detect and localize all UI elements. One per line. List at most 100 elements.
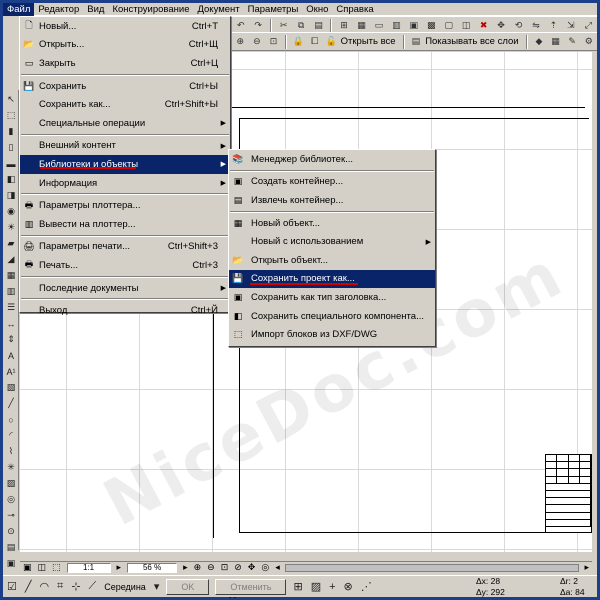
wall-tool-icon[interactable]: ▮ bbox=[4, 125, 18, 138]
menu-item-exit[interactable]: Выход Ctrl+Й bbox=[20, 301, 230, 320]
hatch-icon[interactable]: ▨ bbox=[311, 580, 321, 593]
zoom-out-icon[interactable]: ⊖ bbox=[251, 35, 264, 48]
lamp-tool-icon[interactable]: ☀ bbox=[4, 221, 18, 234]
zoom-out-icon[interactable]: ⊖ bbox=[207, 562, 215, 573]
copy-icon[interactable]: ⧉ bbox=[294, 19, 307, 32]
scale-dropdown-icon[interactable]: ▸ bbox=[117, 562, 122, 573]
show-all-layers-button[interactable]: Показывать все слои bbox=[425, 36, 518, 47]
label-tool-icon[interactable]: A¹ bbox=[4, 365, 18, 378]
snap-dropdown-icon[interactable]: ▾ bbox=[154, 580, 160, 593]
worksheet-tool-icon[interactable]: ▤ bbox=[4, 541, 18, 554]
menu-item-open[interactable]: 📂 Открыть... Ctrl+Щ bbox=[20, 36, 230, 55]
menu-item-new[interactable]: 🗋 Новый... Ctrl+T bbox=[20, 17, 230, 36]
zoom-prev-icon[interactable]: ⊘ bbox=[234, 562, 242, 573]
polyline-tool-icon[interactable]: ⌇ bbox=[4, 445, 18, 458]
scroll-left-icon[interactable]: ◂ bbox=[275, 562, 280, 573]
scale-field[interactable]: 1:1 bbox=[66, 562, 111, 573]
menu-document[interactable]: Документ bbox=[193, 3, 243, 16]
text-tool-icon[interactable]: A bbox=[4, 349, 18, 362]
submenu-item-save-as-title-type[interactable]: ▣ Сохранить как тип заголовка... bbox=[229, 288, 435, 307]
navigator-icon[interactable]: ⬚ bbox=[52, 562, 61, 573]
menu-help[interactable]: Справка bbox=[332, 3, 377, 16]
measure-icon[interactable]: ⊞ bbox=[293, 580, 302, 593]
pointer-tool-icon[interactable]: ☑ bbox=[7, 580, 17, 593]
snap-point-icon[interactable]: ⊹ bbox=[71, 580, 80, 593]
menu-edit[interactable]: Редактор bbox=[34, 3, 83, 16]
marquee-tool-icon[interactable]: ⬚ bbox=[4, 109, 18, 122]
menu-item-special-operations[interactable]: Специальные операции ▶ bbox=[20, 114, 230, 133]
layer-icon[interactable]: ▦ bbox=[355, 19, 368, 32]
submenu-item-new-using[interactable]: Новый с использованием ▶ bbox=[229, 232, 435, 251]
roof-tool-icon[interactable]: ◢ bbox=[4, 253, 18, 266]
hotspot-tool-icon[interactable]: ✳ bbox=[4, 461, 18, 474]
undo-icon[interactable]: ↶ bbox=[234, 19, 247, 32]
lock-icon[interactable]: 🔒 bbox=[292, 35, 305, 48]
menu-options[interactable]: Параметры bbox=[244, 3, 303, 16]
line-draw-icon[interactable]: ╱ bbox=[25, 580, 32, 593]
submenu-item-create-container[interactable]: ▣ Создать контейнер... bbox=[229, 173, 435, 192]
arrow-tool-icon[interactable]: ↖ bbox=[4, 93, 18, 106]
fit-icon[interactable]: ⊡ bbox=[267, 35, 280, 48]
door-tool-icon[interactable]: ◧ bbox=[4, 173, 18, 186]
dimension-tool-icon[interactable]: ↔ bbox=[4, 317, 18, 330]
rotate-icon[interactable]: ⟲ bbox=[512, 19, 525, 32]
detail-tool-icon[interactable]: ⊙ bbox=[4, 525, 18, 538]
menu-item-plot[interactable]: ▥ Вывести на плоттер... bbox=[20, 215, 230, 234]
submenu-item-library-manager[interactable]: 📚 Менеджер библиотек... bbox=[229, 150, 435, 169]
open-all-icon[interactable]: 🔓 bbox=[325, 35, 338, 48]
grid-icon[interactable]: ⊞ bbox=[337, 19, 350, 32]
cancel-button[interactable]: Отменить bbox=[215, 578, 287, 595]
ok-button[interactable]: OK bbox=[166, 578, 210, 595]
cube-icon[interactable]: ◆ bbox=[533, 35, 546, 48]
line-tool-icon[interactable]: ╱ bbox=[4, 397, 18, 410]
level-tool-icon[interactable]: ⇕ bbox=[4, 333, 18, 346]
stretch-icon[interactable]: ⇲ bbox=[564, 19, 577, 32]
submenu-item-open-object[interactable]: 📂 Открыть объект... bbox=[229, 251, 435, 270]
menu-item-print-settings[interactable]: 🖨 Параметры печати... Ctrl+Shift+3 bbox=[20, 238, 230, 257]
elevation-icon[interactable]: ▥ bbox=[390, 19, 403, 32]
settings-icon[interactable]: ⚙ bbox=[582, 35, 595, 48]
arc-tool-icon[interactable]: ◜ bbox=[4, 429, 18, 442]
layout-icon[interactable]: ▣ bbox=[23, 562, 32, 573]
drawing-tool-icon[interactable]: ▣ bbox=[4, 557, 18, 570]
fill-tool-icon[interactable]: ▧ bbox=[4, 381, 18, 394]
orbit-icon[interactable]: ◎ bbox=[261, 562, 269, 573]
delete-icon[interactable]: ✖ bbox=[477, 19, 490, 32]
circle-tool-icon[interactable]: ○ bbox=[4, 413, 18, 426]
zoom-in-icon[interactable]: ⊕ bbox=[194, 562, 202, 573]
scroll-right-icon[interactable]: ▸ bbox=[584, 562, 589, 573]
mirror-icon[interactable]: ⇋ bbox=[529, 19, 542, 32]
menu-item-recent-documents[interactable]: Последние документы ▶ bbox=[20, 279, 230, 298]
section-icon[interactable]: ▭ bbox=[372, 19, 385, 32]
render-icon[interactable]: ◫ bbox=[459, 19, 472, 32]
detail-icon[interactable]: ▣ bbox=[407, 19, 420, 32]
menu-item-save-as[interactable]: Сохранить как... Ctrl+Shift+Ы bbox=[20, 95, 230, 114]
zone-tool-icon[interactable]: ▥ bbox=[4, 285, 18, 298]
elevate-icon[interactable]: ⇡ bbox=[547, 19, 560, 32]
model-icon[interactable]: ▩ bbox=[425, 19, 438, 32]
zoom-field[interactable]: 56 % bbox=[127, 562, 178, 573]
constraint-icon[interactable]: ⋰ bbox=[361, 580, 372, 593]
camera-tool-icon[interactable]: ◎ bbox=[4, 493, 18, 506]
slab-tool-icon[interactable]: ▰ bbox=[4, 237, 18, 250]
zoom-dropdown-icon[interactable]: ▸ bbox=[183, 562, 188, 573]
stair-tool-icon[interactable]: ☰ bbox=[4, 301, 18, 314]
menu-item-save[interactable]: 💾 Сохранить Ctrl+Ы bbox=[20, 77, 230, 96]
mesh-tool-icon[interactable]: ▦ bbox=[4, 269, 18, 282]
zoom-fit-icon[interactable]: ⊡ bbox=[221, 562, 229, 573]
layers-icon[interactable]: ▤ bbox=[410, 35, 423, 48]
pan-icon[interactable]: ✥ bbox=[248, 562, 256, 573]
open-all-button[interactable]: Открыть все bbox=[341, 36, 396, 47]
arc-draw-icon[interactable]: ◠ bbox=[40, 580, 50, 593]
cut-icon[interactable]: ✂ bbox=[277, 19, 290, 32]
menu-view[interactable]: Вид bbox=[83, 3, 108, 16]
submenu-item-import-dxf-dwg[interactable]: ⬚ Импорт блоков из DXF/DWG bbox=[229, 325, 435, 344]
column-tool-icon[interactable]: ▯ bbox=[4, 141, 18, 154]
special-snap-icon[interactable]: ⟋ bbox=[89, 580, 97, 593]
menu-item-libraries-objects[interactable]: Библиотеки и объекты ▶ bbox=[20, 155, 230, 174]
menu-design[interactable]: Конструирование bbox=[108, 3, 193, 16]
move-icon[interactable]: ✥ bbox=[494, 19, 507, 32]
menu-item-external-content[interactable]: Внешний контент ▶ bbox=[20, 137, 230, 156]
camera-icon[interactable]: ◫ bbox=[38, 562, 47, 573]
submenu-item-new-object[interactable]: ▦ Новый объект... bbox=[229, 214, 435, 233]
